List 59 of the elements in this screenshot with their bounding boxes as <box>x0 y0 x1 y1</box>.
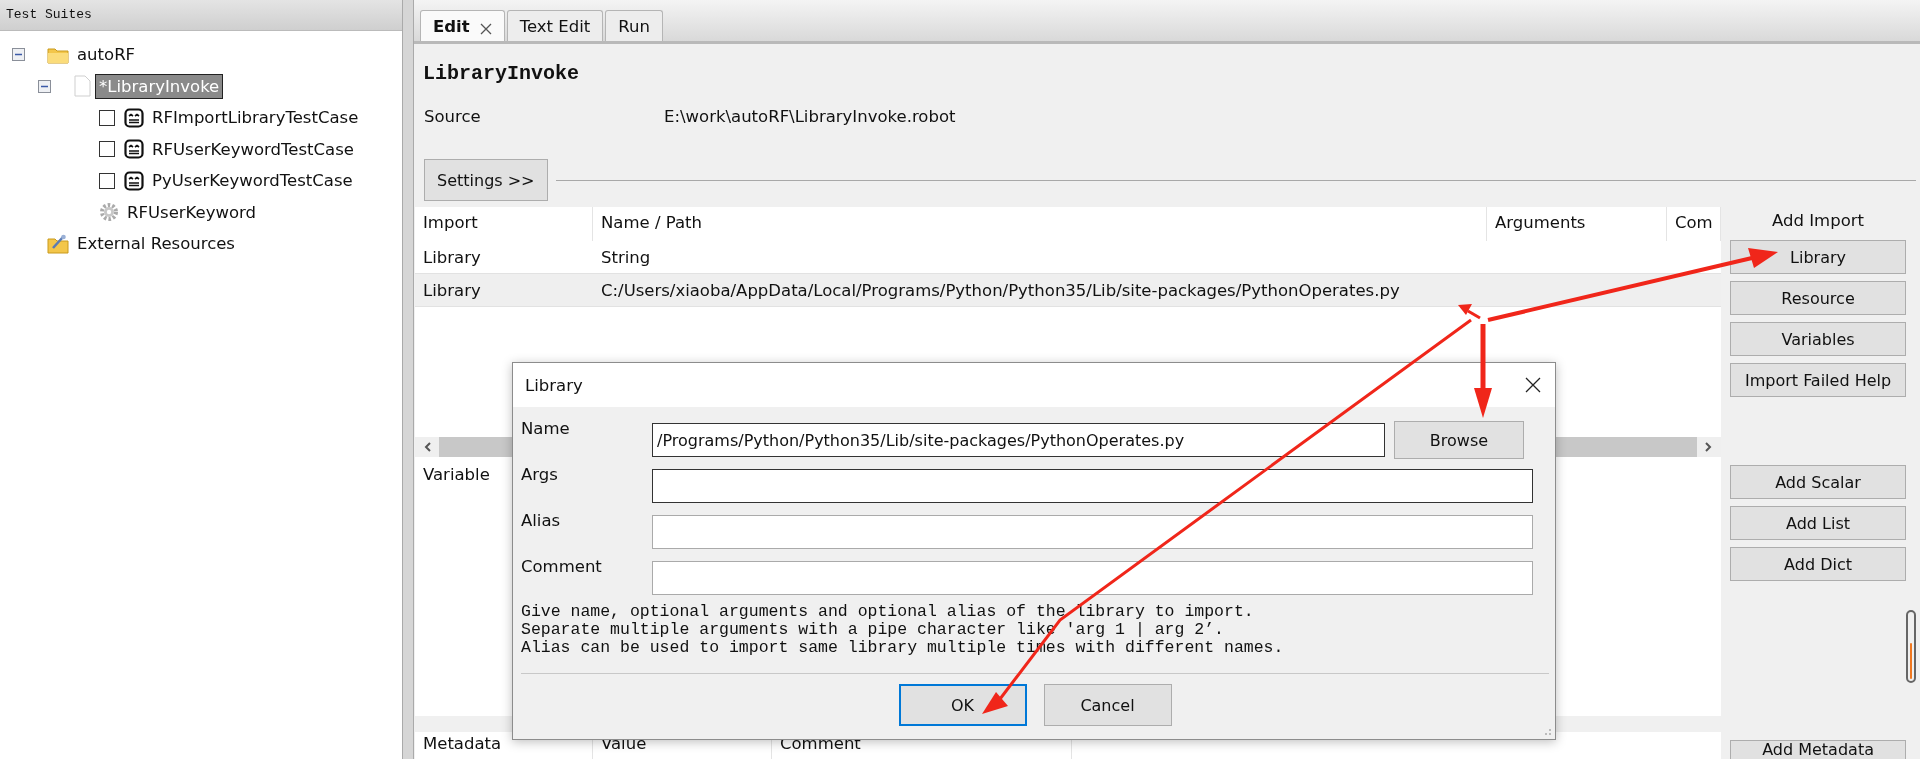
field-label: Alias <box>521 510 562 530</box>
column-header: Variable <box>423 465 490 484</box>
add-import-button[interactable]: Import Failed Help <box>1730 363 1907 397</box>
checkbox[interactable] <box>99 141 115 158</box>
tree-item[interactable]: autoRF <box>74 43 139 67</box>
scroll-left-icon[interactable] <box>423 441 433 453</box>
close-icon[interactable] <box>479 23 492 35</box>
table-row[interactable]: Library String <box>415 241 1721 273</box>
tree-item[interactable]: RFUserKeyword <box>124 200 260 224</box>
folder-icon <box>47 45 69 64</box>
add-import-button[interactable]: Library <box>1730 240 1907 274</box>
robot-face-icon <box>124 170 144 191</box>
tab[interactable]: Run <box>605 10 663 41</box>
add-variable-button[interactable]: Add List <box>1730 506 1907 540</box>
input-field[interactable] <box>652 515 1533 549</box>
panel-header: Test Suites <box>0 0 402 31</box>
checkbox[interactable] <box>99 172 115 189</box>
add-variable-button[interactable]: Add Dict <box>1730 547 1907 581</box>
suite-title: LibraryInvoke <box>422 61 581 87</box>
dialog-title: Library <box>525 375 583 395</box>
field-label: Args <box>521 464 559 484</box>
input-field[interactable]: /Programs/Python/Python35/Lib/site-packages/PythonOperates.py <box>652 423 1385 457</box>
dialog-button[interactable]: Cancel <box>1043 684 1172 726</box>
robot-face-icon <box>124 107 144 128</box>
field-label: Comment <box>521 556 603 576</box>
field-label: Name <box>521 418 571 438</box>
close-icon[interactable] <box>1525 377 1541 393</box>
table-cell-text: String <box>600 247 652 267</box>
table-row[interactable]: Library C:/Users/xiaoba/AppData/Local/Programs/Python/Python35/Lib/site-packages/PythonOperates.py <box>415 273 1721 307</box>
dialog-button[interactable]: OK <box>898 684 1027 726</box>
tree-item[interactable]: PyUserKeywordTestCase <box>149 169 356 193</box>
table-cell-text: Library <box>422 247 482 267</box>
tree-item[interactable]: External Resources <box>74 232 238 256</box>
file-icon <box>73 75 91 98</box>
folder-wrench-icon <box>47 233 69 254</box>
add-import-button[interactable]: Resource <box>1730 281 1907 315</box>
tree-item[interactable]: RFImportLibraryTestCase <box>149 106 362 130</box>
input-field[interactable] <box>652 469 1533 503</box>
tree-item[interactable]: RFUserKeywordTestCase <box>149 137 357 161</box>
collapse-toggle-icon[interactable] <box>38 79 51 93</box>
tab[interactable]: Text Edit <box>506 10 604 41</box>
gear-icon <box>99 202 119 223</box>
resize-grip-icon[interactable] <box>1542 726 1552 736</box>
settings-button[interactable]: Settings >> <box>424 159 548 201</box>
tab[interactable]: Edit <box>420 10 505 41</box>
collapse-toggle-icon[interactable] <box>12 48 25 62</box>
source-path: E:\work\autoRF\LibraryInvoke.robot <box>664 106 956 126</box>
browse-button[interactable]: Browse <box>1394 421 1524 459</box>
section-label: Add Import <box>1771 210 1865 232</box>
table-cell-text: C:/Users/xiaoba/AppData/Local/Programs/Python/Python35/Lib/site-packages/PythonOperates.py <box>600 280 1401 300</box>
robot-face-icon <box>124 139 144 160</box>
checkbox[interactable] <box>99 109 115 126</box>
field-label: Source <box>424 106 482 126</box>
input-field[interactable] <box>652 561 1533 595</box>
scroll-right-icon[interactable] <box>1703 441 1713 453</box>
add-variable-button[interactable]: Add Scalar <box>1730 465 1907 499</box>
add-import-button[interactable]: Variables <box>1730 322 1907 356</box>
table-cell-text: Library <box>422 280 482 300</box>
add-metadata-button[interactable]: Add Metadata <box>1730 740 1907 759</box>
